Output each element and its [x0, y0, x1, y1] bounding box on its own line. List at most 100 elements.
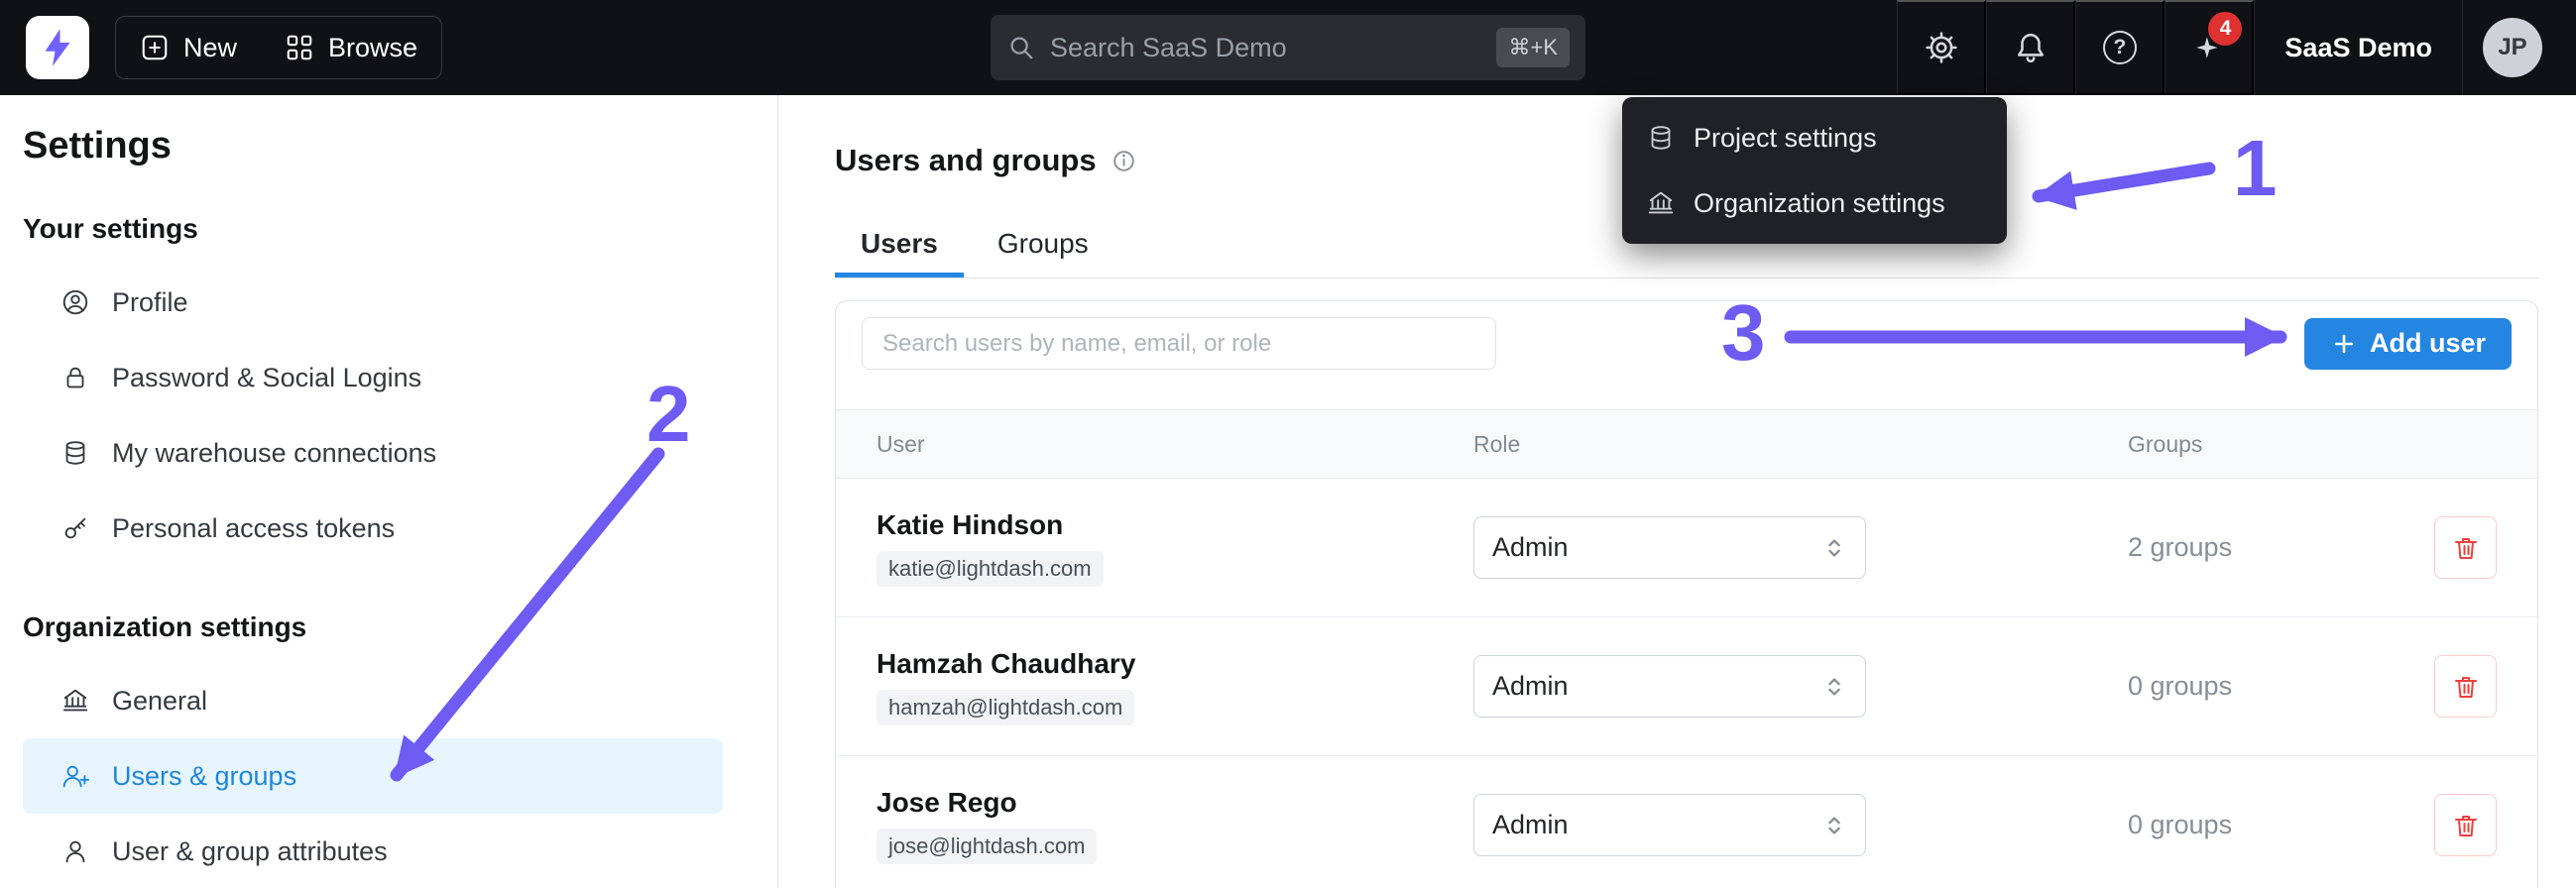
help-icon: ? [2102, 31, 2137, 64]
topbar-nav-group: New Browse [115, 16, 443, 79]
sidebar-item-personal-access-tokens[interactable]: Personal access tokens [23, 491, 723, 566]
sidebar-item-label: General [112, 685, 208, 716]
users-table-card: Add user User Role Groups Katie Hindson … [835, 300, 2538, 888]
user-row: Jose Rego jose@lightdash.com Admin 0 gro… [836, 756, 2537, 888]
new-button-label: New [183, 32, 238, 62]
bell-icon [2017, 33, 2044, 63]
role-select[interactable]: Admin [1473, 655, 1866, 718]
sidebar-item-password-social-logins[interactable]: Password & Social Logins [23, 340, 723, 415]
lightning-bolt-icon [45, 29, 70, 66]
sidebar-item-label: Personal access tokens [112, 512, 396, 543]
notification-count-badge: 4 [2208, 12, 2243, 46]
new-button[interactable]: New [116, 17, 261, 78]
global-search-input[interactable] [1050, 32, 1483, 63]
menu-item-label: Project settings [1694, 122, 1877, 153]
sidebar-title: Settings [23, 125, 172, 166]
sidebar-item-profile[interactable]: Profile [23, 265, 723, 340]
avatar: JP [2483, 18, 2542, 77]
settings-dropdown-menu: Project settings Organization settings [1622, 97, 2007, 244]
lightdash-logo[interactable] [26, 16, 89, 79]
user-row: Katie Hindson katie@lightdash.com Admin … [836, 479, 2537, 617]
database-icon [65, 441, 85, 465]
gear-icon [1926, 32, 1957, 63]
delete-user-button[interactable] [2434, 655, 2497, 718]
column-header-user: User [877, 430, 925, 457]
user-name: Hamzah Chaudhary [877, 647, 1136, 679]
tab-users[interactable]: Users [835, 214, 964, 278]
plus-icon [2334, 334, 2354, 353]
user-email-chip: katie@lightdash.com [877, 550, 1104, 587]
lock-icon [66, 367, 84, 388]
role-select[interactable]: Admin [1473, 516, 1866, 579]
sidebar-item-label: User & group attributes [112, 835, 388, 866]
tab-groups[interactable]: Groups [972, 214, 1114, 278]
org-name: SaaS Demo [2284, 32, 2432, 62]
settings-gear-button[interactable] [1897, 0, 1987, 95]
menu-item-label: Organization settings [1694, 187, 1945, 218]
sidebar-item-user-group-attributes[interactable]: User & group attributes [23, 814, 723, 888]
browse-button-label: Browse [328, 32, 418, 62]
role-value: Admin [1492, 532, 1569, 562]
key-icon [64, 517, 86, 539]
sidebar-item-general[interactable]: General [23, 663, 723, 738]
chevron-up-down-icon [1828, 677, 1840, 696]
topbar-right: ? 4 SaaS Demo JP [1897, 0, 2550, 95]
user-row: Hamzah Chaudhary hamzah@lightdash.com Ad… [836, 617, 2537, 756]
table-header: User Role Groups [836, 409, 2537, 479]
add-user-label: Add user [2369, 328, 2486, 358]
column-header-groups: Groups [2128, 430, 2203, 457]
menu-item-project-settings[interactable]: Project settings [1630, 105, 1999, 170]
user-circle-icon [62, 289, 88, 315]
sidebar-item-label: My warehouse connections [112, 437, 437, 468]
grid-icon [287, 35, 312, 60]
role-select[interactable]: Admin [1473, 794, 1866, 856]
whats-new-sparkles-button[interactable]: 4 [2165, 0, 2255, 95]
browse-button[interactable]: Browse [261, 17, 441, 78]
building-icon [1648, 191, 1674, 214]
search-shortcut-badge: ⌘+K [1496, 28, 1570, 67]
sidebar-item-label: Users & groups [112, 760, 297, 791]
role-value: Admin [1492, 671, 1569, 701]
user-email-chip: hamzah@lightdash.com [877, 689, 1135, 725]
trash-icon [2454, 537, 2477, 559]
global-search[interactable]: ⌘+K [991, 15, 1585, 80]
database-icon [1651, 126, 1671, 150]
notifications-bell-button[interactable] [1986, 0, 2076, 95]
role-value: Admin [1492, 810, 1569, 839]
groups-count: 0 groups [2128, 810, 2233, 839]
sidebar-item-label: Profile [112, 286, 188, 317]
help-button[interactable]: ? [2075, 0, 2166, 95]
groups-count: 0 groups [2128, 671, 2233, 701]
org-switcher[interactable]: SaaS Demo [2254, 0, 2462, 95]
topbar: New Browse ⌘+K ? 4 SaaS Demo JP [0, 0, 2576, 95]
trash-icon [2454, 676, 2477, 698]
add-user-button[interactable]: Add user [2303, 317, 2512, 370]
chevron-up-down-icon [1828, 538, 1840, 557]
info-icon[interactable] [1111, 148, 1137, 174]
sidebar-section-organization-settings: Organization settings [23, 611, 307, 642]
sidebar-item-warehouse-connections[interactable]: My warehouse connections [23, 415, 723, 491]
help-glyph: ? [2113, 36, 2127, 58]
user-name: Jose Rego [877, 786, 1017, 818]
square-plus-icon [142, 35, 168, 60]
groups-count: 2 groups [2128, 532, 2233, 562]
sidebar-item-label: Password & Social Logins [112, 362, 422, 392]
menu-item-organization-settings[interactable]: Organization settings [1630, 170, 1999, 236]
building-icon [62, 689, 88, 712]
column-header-role: Role [1473, 430, 1521, 457]
user-icon [65, 840, 85, 863]
user-email-chip: jose@lightdash.com [877, 828, 1098, 864]
sidebar-section-your-settings: Your settings [23, 213, 198, 244]
user-name: Katie Hindson [877, 508, 1064, 540]
chevron-up-down-icon [1828, 816, 1840, 834]
search-icon [1010, 37, 1033, 59]
user-menu[interactable]: JP [2462, 0, 2550, 95]
trash-icon [2454, 815, 2477, 836]
sidebar-item-users-groups[interactable]: Users & groups [23, 738, 723, 814]
users-search-input[interactable] [862, 317, 1496, 370]
page-title: Users and groups [835, 143, 1097, 177]
delete-user-button[interactable] [2434, 794, 2497, 856]
user-plus-icon [62, 765, 90, 788]
delete-user-button[interactable] [2434, 516, 2497, 579]
settings-sidebar: Settings Your settings Profile Password … [0, 95, 778, 888]
